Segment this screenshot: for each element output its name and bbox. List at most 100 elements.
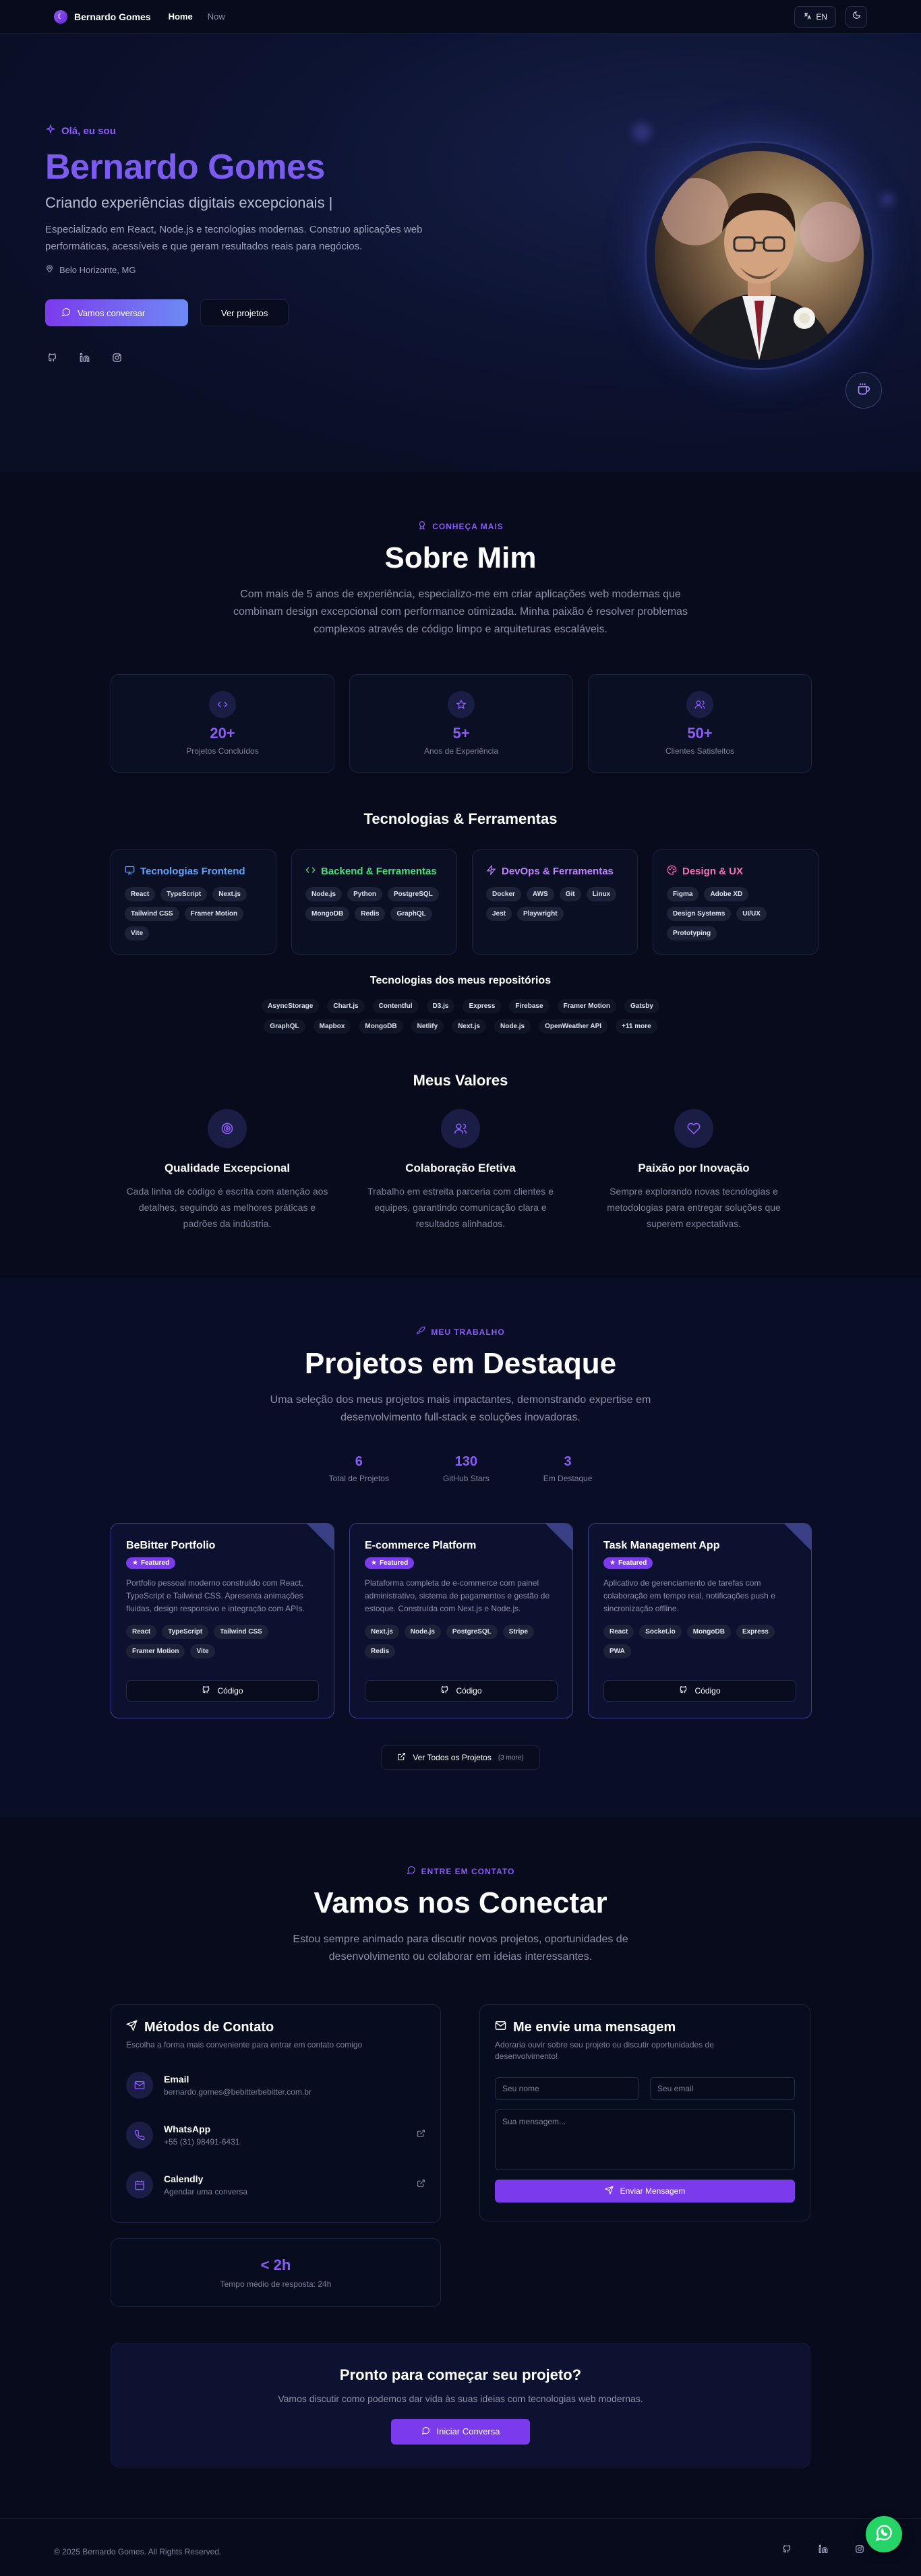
tech-card-title-text: Design & UX <box>682 866 744 877</box>
send-icon <box>604 2186 614 2196</box>
instagram-icon[interactable] <box>855 2544 864 2557</box>
project-card[interactable]: BeBitter Portfolio ★ Featured Portfolio p… <box>111 1523 334 1718</box>
logo-icon: ☾ <box>54 9 67 24</box>
repo-chip: Node.js <box>494 1019 531 1034</box>
tech-card-frontend: Tecnologias Frontend React TypeScript Ne… <box>111 849 276 955</box>
contact-methods-title: Métodos de Contato <box>125 2020 425 2035</box>
tech-chip: Vite <box>125 926 150 940</box>
heart-icon <box>674 1109 713 1148</box>
footer: © 2025 Bernardo Gomes. All Rights Reserv… <box>0 2518 921 2576</box>
tech-chip: MongoDB <box>305 907 350 921</box>
tech-chip: Linux <box>586 887 617 901</box>
contact-method-calendly[interactable]: Calendly Agendar uma conversa <box>126 2160 425 2210</box>
contact-description: Estou sempre animado para discutir novos… <box>293 1934 628 1963</box>
language-toggle[interactable]: EN <box>794 5 836 28</box>
hero-tagline: Criando experiências digitais excepciona… <box>45 194 333 211</box>
tech-chip: Git <box>559 887 581 901</box>
linkedin-icon[interactable] <box>819 2544 828 2557</box>
project-card[interactable]: E-commerce Platform ★ Featured Plataforma… <box>349 1523 573 1718</box>
project-title: E-commerce Platform <box>365 1540 477 1551</box>
repo-chip: Gatsby <box>624 999 659 1013</box>
value-title: Colaboração Efetiva <box>405 1162 516 1174</box>
external-link-icon <box>397 1752 406 1763</box>
start-conversation-button[interactable]: Iniciar Conversa <box>391 2418 530 2445</box>
nav-links: Home Now <box>169 11 225 22</box>
nav-link-home[interactable]: Home <box>169 11 193 22</box>
code-button[interactable]: Código <box>365 1680 558 1702</box>
message-input[interactable] <box>495 2109 795 2170</box>
email-input[interactable] <box>650 2077 795 2100</box>
contact-eyebrow: ENTRE EM CONTATO <box>0 1865 921 1877</box>
tech-chip: Design Systems <box>667 907 732 921</box>
mail-icon <box>126 2072 153 2099</box>
value-description: Cada linha de código é escrita com atenç… <box>126 1186 328 1229</box>
contact-method-email[interactable]: Email bernardo.gomes@bebitterbebitter.co… <box>126 2060 425 2110</box>
code-button[interactable]: Código <box>126 1680 319 1702</box>
featured-label: Featured <box>379 1559 409 1567</box>
phone-icon <box>126 2122 153 2149</box>
featured-label: Featured <box>140 1559 170 1567</box>
code-label: Código <box>217 1686 243 1696</box>
profile-photo-frame <box>645 141 874 370</box>
github-icon[interactable] <box>45 351 59 364</box>
tech-chip: PostgreSQL <box>388 887 439 901</box>
tech-card-backend: Backend & Ferramentas Node.js Python Pos… <box>291 849 457 955</box>
language-label: EN <box>816 11 827 22</box>
repo-chip: OpenWeather API <box>539 1019 608 1034</box>
tech-chip: Node.js <box>305 887 343 901</box>
contact-method-title: Calendly <box>164 2174 204 2184</box>
projects-description: Uma seleção dos meus projetos mais impac… <box>270 1394 651 1423</box>
contact-method-whatsapp[interactable]: WhatsApp +55 (31) 98491-6431 <box>126 2110 425 2160</box>
tech-chip: Playwright <box>517 907 564 921</box>
github-icon[interactable] <box>782 2544 792 2557</box>
contact-eyebrow-text: ENTRE EM CONTATO <box>421 1866 515 1876</box>
view-projects-button[interactable]: Ver projetos <box>200 299 289 326</box>
value-item: Paixão por Inovação Sempre explorando no… <box>577 1109 810 1232</box>
value-description: Trabalho em estreita parceria com client… <box>367 1186 554 1229</box>
contact-method-title: Email <box>164 2074 189 2085</box>
instagram-icon[interactable] <box>110 351 123 364</box>
stat-value: 5+ <box>452 725 470 742</box>
project-stat: 130 GitHub Stars <box>443 1454 489 1483</box>
name-input[interactable] <box>495 2077 639 2100</box>
repo-tech-list: AsyncStorage Chart.js Contentful D3.js E… <box>256 999 665 1034</box>
projects-eyebrow: MEU TRABALHO <box>0 1326 921 1338</box>
theme-toggle-button[interactable] <box>845 5 867 28</box>
repo-chip: GraphQL <box>264 1019 305 1034</box>
send-message-button[interactable]: Enviar Mensagem <box>495 2180 795 2203</box>
project-grid: BeBitter Portfolio ★ Featured Portfolio p… <box>111 1523 812 1718</box>
tech-chip: Prototyping <box>667 926 717 940</box>
message-form-title: Me envie uma mensagem <box>495 2020 795 2035</box>
repo-more-chip[interactable]: +11 more <box>616 1019 657 1034</box>
tech-card-title: Design & UX <box>667 865 804 878</box>
response-time-value: < 2h <box>260 2256 291 2273</box>
project-title: BeBitter Portfolio <box>126 1540 216 1551</box>
view-all-projects-button[interactable]: Ver Todos os Projetos (3 more) <box>381 1745 540 1770</box>
whatsapp-float-button[interactable] <box>866 2516 902 2552</box>
tech-chip: TypeScript <box>160 887 208 901</box>
glow-orb <box>881 193 894 206</box>
project-description: Plataforma completa de e-commerce com pa… <box>365 1578 550 1613</box>
start-conversation-label: Iniciar Conversa <box>436 2426 500 2436</box>
code-icon <box>209 691 236 718</box>
code-label: Código <box>456 1686 482 1696</box>
brand[interactable]: ☾ Bernardo Gomes <box>54 9 151 24</box>
coffee-badge[interactable] <box>845 372 882 409</box>
location: Belo Horizonte, MG <box>45 264 463 275</box>
tech-chip: Framer Motion <box>184 907 244 921</box>
projects-eyebrow-text: MEU TRABALHO <box>431 1327 505 1337</box>
zap-icon <box>486 864 496 878</box>
projects-title: Projetos em Destaque <box>304 1347 617 1380</box>
github-icon <box>440 1685 449 1696</box>
stat-label: Projetos Concluídos <box>186 746 259 756</box>
tech-chip: GraphQL <box>390 907 432 921</box>
project-stat-value: 130 <box>454 1454 478 1469</box>
lets-talk-button[interactable]: Vamos conversar <box>45 299 188 326</box>
project-card[interactable]: Task Management App ★ Featured Aplicativo… <box>588 1523 812 1718</box>
nav-link-now[interactable]: Now <box>208 11 225 22</box>
top-nav: ☾ Bernardo Gomes Home Now EN <box>0 0 921 34</box>
linkedin-icon[interactable] <box>78 351 91 364</box>
code-button[interactable]: Código <box>603 1680 796 1702</box>
tech-card-title-text: Backend & Ferramentas <box>321 866 437 877</box>
project-description: Portfolio pessoal moderno construído com… <box>126 1578 305 1613</box>
